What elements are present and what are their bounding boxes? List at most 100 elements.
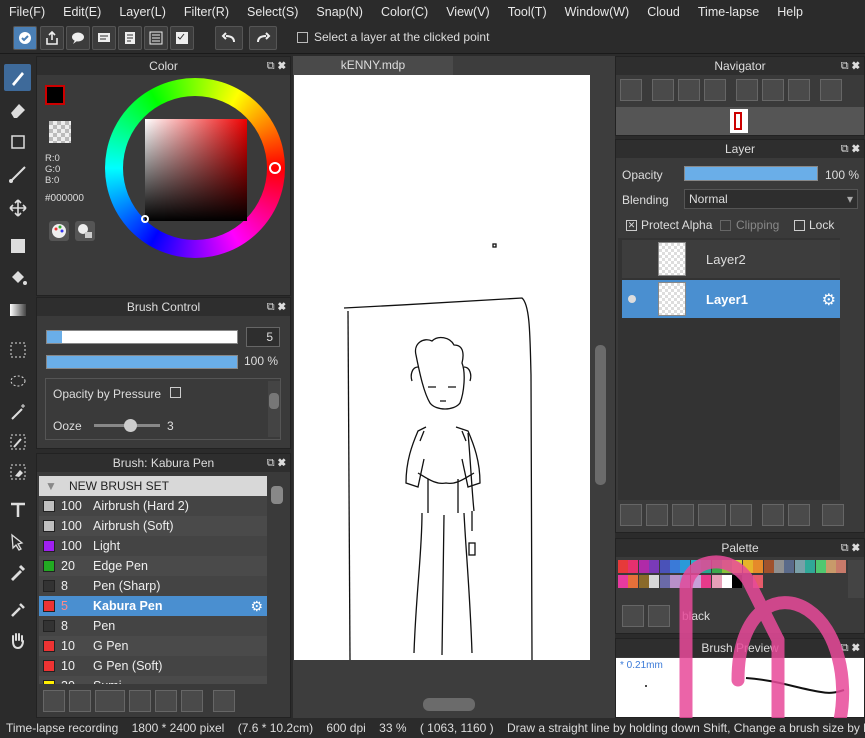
brush-delete-icon[interactable] (213, 690, 235, 712)
brush-tool-icon[interactable] (4, 64, 31, 91)
brush-row[interactable]: 20 Edge Pen (39, 556, 267, 576)
palette-swatch[interactable] (649, 575, 660, 588)
list-icon[interactable] (144, 26, 168, 50)
eyedropper-tool-icon[interactable] (4, 558, 31, 585)
brush-export-icon[interactable] (129, 690, 151, 712)
menu-item[interactable]: View(V) (437, 0, 499, 24)
navigator-preview[interactable] (616, 107, 864, 135)
opacity-by-pressure-checkbox[interactable] (170, 387, 181, 398)
undo-icon[interactable] (215, 26, 243, 50)
brush-row[interactable]: 8 Pen (39, 616, 267, 636)
dropper-tool-icon[interactable] (4, 596, 31, 623)
duplicate-layer-icon[interactable] (762, 504, 784, 526)
move-tool-icon[interactable] (4, 194, 31, 221)
menu-item[interactable]: Cloud (638, 0, 689, 24)
new-layer-icon[interactable] (620, 504, 642, 526)
zoom-out-icon[interactable] (704, 79, 726, 101)
zoom-full-icon[interactable] (678, 79, 700, 101)
new-1bit-layer-icon[interactable] (672, 504, 694, 526)
panel-float-close-icon[interactable]: ⧉ ✖ (841, 57, 860, 75)
add-layer-menu-icon[interactable] (698, 504, 726, 526)
brush-row[interactable]: 10 G Pen (39, 636, 267, 656)
brush-opacity-slider[interactable] (46, 355, 238, 369)
comment-icon[interactable] (92, 26, 116, 50)
brush-menu-icon[interactable] (95, 690, 125, 712)
brush-settings-icon[interactable] (43, 690, 65, 712)
layer-visibility-icon[interactable] (628, 295, 636, 303)
checklist-icon[interactable] (170, 26, 194, 50)
panel-float-close-icon[interactable]: ⧉ ✖ (267, 454, 286, 472)
brush-row[interactable]: 8 Pen (Sharp) (39, 576, 267, 596)
palette-swatch[interactable] (638, 560, 649, 573)
brush-copy-icon[interactable] (181, 690, 203, 712)
magic-wand-tool-icon[interactable] (4, 398, 31, 425)
menu-item[interactable]: Color(C) (372, 0, 437, 24)
flip-icon[interactable] (820, 79, 842, 101)
panel-float-close-icon[interactable]: ⧉ ✖ (841, 140, 860, 158)
add-palette-color-icon[interactable] (622, 605, 644, 627)
select-pen-tool-icon[interactable] (4, 428, 31, 455)
brush-row-selected[interactable]: 5 Kabura Pen ⚙ (39, 596, 267, 616)
lock-checkbox[interactable] (794, 220, 805, 231)
options-scrollbar[interactable] (268, 381, 280, 437)
hue-handle[interactable] (269, 162, 281, 174)
menu-item[interactable]: Window(W) (556, 0, 639, 24)
canvas-horizontal-scrollbar[interactable] (293, 696, 593, 713)
select-layer-checkbox[interactable] (297, 32, 308, 43)
menu-item[interactable]: File(F) (0, 0, 54, 24)
layer-row[interactable]: Layer2 (622, 240, 840, 278)
brush-row[interactable]: 100 Airbrush (Hard 2) (39, 496, 267, 516)
brush-folder-icon[interactable] (155, 690, 177, 712)
text-tool-icon[interactable] (4, 496, 31, 523)
menu-item[interactable]: Tool(T) (499, 0, 556, 24)
menu-item[interactable]: Select(S) (238, 0, 307, 24)
layer-list-scrollbar[interactable] (842, 238, 862, 500)
bucket-tool-icon[interactable] (4, 264, 31, 291)
foreground-color-swatch[interactable] (45, 85, 65, 105)
new-halftone-layer-icon[interactable] (646, 504, 668, 526)
layer-settings-gear-icon[interactable]: ⚙ (822, 290, 836, 310)
palette-swatch[interactable] (618, 575, 628, 588)
menu-item[interactable]: Edit(E) (54, 0, 110, 24)
fill-rect-tool-icon[interactable] (4, 232, 31, 259)
delete-layer-icon[interactable] (822, 504, 844, 526)
canvas-vertical-scrollbar[interactable] (593, 75, 608, 675)
color-wheel[interactable] (105, 78, 285, 258)
brush-row[interactable]: 30 Sumi (39, 676, 267, 684)
zoom-in-icon[interactable] (652, 79, 674, 101)
select-rect-tool-icon[interactable] (4, 336, 31, 363)
brush-row[interactable]: 100 Airbrush (Soft) (39, 516, 267, 536)
palette-swatch[interactable] (649, 560, 660, 573)
eraser-tool-icon[interactable] (4, 96, 31, 123)
canvas-paper[interactable] (294, 75, 590, 660)
brush-settings-gear-icon[interactable]: ⚙ (250, 596, 263, 616)
hand-tool-icon[interactable] (4, 626, 31, 653)
rectangle-tool-icon[interactable] (4, 128, 31, 155)
color-handle[interactable] (141, 215, 149, 223)
saturation-value-square[interactable] (145, 119, 247, 221)
menu-item[interactable]: Time-lapse (689, 0, 768, 24)
panel-float-close-icon[interactable]: ⧉ ✖ (267, 298, 286, 316)
delete-palette-color-icon[interactable] (648, 605, 670, 627)
clipping-checkbox[interactable] (720, 220, 731, 231)
menu-item[interactable]: Layer(L) (110, 0, 175, 24)
document-icon[interactable] (118, 26, 142, 50)
fit-screen-icon[interactable] (762, 79, 784, 101)
brush-size-input[interactable]: 5 (246, 327, 280, 347)
select-eraser-tool-icon[interactable] (4, 458, 31, 485)
line-tool-icon[interactable] (4, 160, 31, 187)
rotate-right-icon[interactable] (788, 79, 810, 101)
layer-folder-icon[interactable] (730, 504, 752, 526)
brush-row[interactable]: 10 G Pen (Soft) (39, 656, 267, 676)
merge-layer-icon[interactable] (788, 504, 810, 526)
palette-swatch[interactable] (628, 575, 639, 588)
background-color-swatch[interactable] (49, 121, 71, 143)
redo-icon[interactable] (249, 26, 277, 50)
zoom-fit-icon[interactable] (620, 79, 642, 101)
panel-float-close-icon[interactable]: ⧉ ✖ (267, 57, 286, 75)
brush-list-scrollbar[interactable] (269, 476, 285, 684)
document-tab[interactable]: kENNY.mdp (293, 56, 453, 75)
speech-bubble-icon[interactable] (66, 26, 90, 50)
brush-row[interactable]: 100 Light (39, 536, 267, 556)
brush-size-slider[interactable] (46, 330, 238, 344)
